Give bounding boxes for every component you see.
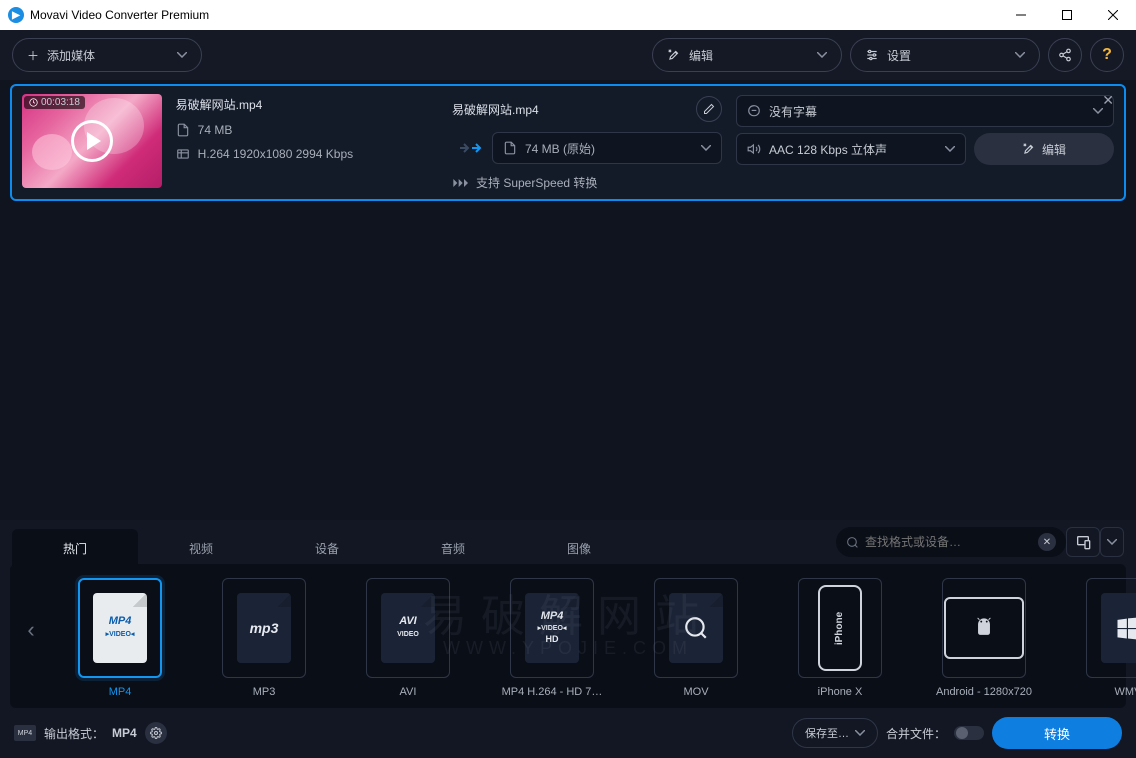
titlebar: ▶ Movavi Video Converter Premium: [0, 0, 1136, 30]
plus-icon: ＋: [27, 47, 39, 64]
chevron-down-icon: [817, 52, 827, 58]
source-filename: 易破解网站.mp4: [176, 96, 263, 113]
pencil-icon: [703, 103, 715, 115]
target-filename: 易破解网站.mp4: [452, 101, 539, 118]
audio-value: AAC 128 Kbps 立体声: [769, 141, 887, 158]
tab-image[interactable]: 图像: [516, 529, 642, 567]
android-icon: [973, 617, 995, 639]
superspeed-label: 支持 SuperSpeed 转换: [476, 174, 597, 191]
tools-icon: [1022, 142, 1036, 156]
arrow-right-icon: [458, 141, 486, 155]
gear-icon: [150, 727, 162, 739]
device-icon: [1075, 534, 1091, 550]
edit-label: 编辑: [689, 47, 713, 64]
format-search-input[interactable]: [865, 535, 1032, 549]
search-icon: [846, 536, 859, 549]
format-tabs: 热门 视频 设备 音频 图像 ✕: [0, 520, 1136, 564]
add-media-label: 添加媒体: [47, 47, 95, 64]
output-format-value: MP4: [112, 726, 137, 740]
sliders-icon: [865, 48, 879, 62]
source-size: 74 MB: [198, 123, 233, 137]
target-info: 易破解网站.mp4 74 MB (原始) 支持 SuperSpeed 转换: [452, 94, 722, 191]
audio-select[interactable]: AAC 128 Kbps 立体声: [736, 133, 966, 165]
tab-device[interactable]: 设备: [264, 529, 390, 567]
share-icon: [1058, 48, 1072, 62]
merge-toggle[interactable]: [954, 725, 984, 741]
chevron-down-icon: [177, 52, 187, 58]
format-card-iphone[interactable]: iPhone iPhone X: [780, 578, 900, 698]
chevron-down-icon: [1015, 52, 1025, 58]
output-format-label: 输出格式：: [44, 725, 104, 742]
save-to-select[interactable]: 保存至…: [792, 718, 878, 748]
format-card-android[interactable]: Android - 1280x720: [924, 578, 1044, 698]
duration-badge: 00:03:18: [24, 96, 85, 109]
chevron-down-icon: [1107, 539, 1117, 545]
format-card-mp4-hd[interactable]: MP4▸VIDEO◂HD MP4 H.264 - HD 7…: [492, 578, 612, 698]
chevron-down-icon: [945, 146, 955, 152]
format-card-mov[interactable]: MOV: [636, 578, 756, 698]
speaker-icon: [747, 142, 761, 156]
format-card-mp4[interactable]: MP4▸VIDEO◂ MP4: [60, 578, 180, 698]
collapse-panel-button[interactable]: [1100, 527, 1124, 557]
video-thumbnail[interactable]: 00:03:18: [22, 94, 162, 188]
output-format-icon: MP4: [14, 725, 36, 741]
tab-audio[interactable]: 音频: [390, 529, 516, 567]
scroll-prev-button[interactable]: ‹: [18, 600, 44, 660]
bottom-panel: 热门 视频 设备 音频 图像 ✕ ‹ › MP4▸VIDEO◂ MP4 mp3 …: [0, 520, 1136, 758]
settings-dropdown-button[interactable]: 设置: [850, 38, 1040, 72]
format-card-avi[interactable]: AVIVIDEO AVI: [348, 578, 468, 698]
help-button[interactable]: ?: [1090, 38, 1124, 72]
source-codec: H.264 1920x1080 2994 Kbps: [198, 147, 353, 161]
close-button[interactable]: [1090, 0, 1136, 30]
source-info: 易破解网站.mp4 74 MB H.264 1920x1080 2994 Kbp…: [176, 94, 438, 191]
format-card-wmv[interactable]: WMV: [1068, 578, 1136, 698]
toolbar: ＋ 添加媒体 编辑 设置 ?: [0, 30, 1136, 80]
format-search[interactable]: ✕: [836, 527, 1066, 557]
chevron-down-icon: [701, 145, 711, 151]
format-card-mp3[interactable]: mp3 MP3: [204, 578, 324, 698]
file-icon: [503, 141, 517, 155]
window-title: Movavi Video Converter Premium: [30, 8, 209, 22]
resolution-icon: [176, 147, 190, 161]
file-icon: [176, 123, 190, 137]
file-list: ✕ 00:03:18 易破解网站.mp4 74 MB H.264 1920x10…: [0, 80, 1136, 205]
file-item[interactable]: ✕ 00:03:18 易破解网站.mp4 74 MB H.264 1920x10…: [10, 84, 1126, 201]
settings-label: 设置: [887, 47, 911, 64]
subtitle-value: 没有字幕: [769, 103, 817, 120]
output-settings-button[interactable]: [145, 722, 167, 744]
clock-icon: [29, 98, 38, 107]
bottom-bar: MP4 输出格式： MP4 保存至… 合并文件： 转换: [0, 708, 1136, 758]
rename-button[interactable]: [696, 96, 722, 122]
merge-label: 合并文件：: [886, 725, 946, 742]
edit-item-button[interactable]: 编辑: [974, 133, 1114, 165]
format-cards-panel: ‹ › MP4▸VIDEO◂ MP4 mp3 MP3 AVIVIDEO AVI …: [10, 564, 1126, 708]
subtitle-select[interactable]: 没有字幕: [736, 95, 1114, 127]
play-icon[interactable]: [71, 120, 113, 162]
remove-item-button[interactable]: ✕: [1102, 92, 1114, 109]
edit-dropdown-button[interactable]: 编辑: [652, 38, 842, 72]
maximize-button[interactable]: [1044, 0, 1090, 30]
chevron-down-icon: [855, 730, 865, 736]
edit-item-label: 编辑: [1042, 141, 1066, 158]
windows-icon: [1114, 614, 1136, 642]
target-size-select[interactable]: 74 MB (原始): [492, 132, 722, 164]
convert-button[interactable]: 转换: [992, 717, 1122, 749]
clear-search-button[interactable]: ✕: [1038, 533, 1056, 551]
output-options: 没有字幕 AAC 128 Kbps 立体声 编辑: [736, 94, 1114, 191]
tools-icon: [667, 48, 681, 62]
subtitle-icon: [747, 104, 761, 118]
add-media-button[interactable]: ＋ 添加媒体: [12, 38, 202, 72]
minimize-button[interactable]: [998, 0, 1044, 30]
tab-video[interactable]: 视频: [138, 529, 264, 567]
superspeed-icon: [452, 177, 468, 189]
target-size-value: 74 MB (原始): [525, 140, 595, 157]
app-icon: ▶: [8, 7, 24, 23]
tab-popular[interactable]: 热门: [12, 529, 138, 567]
share-button[interactable]: [1048, 38, 1082, 72]
quicktime-icon: [683, 615, 709, 641]
detect-device-button[interactable]: [1066, 527, 1100, 557]
